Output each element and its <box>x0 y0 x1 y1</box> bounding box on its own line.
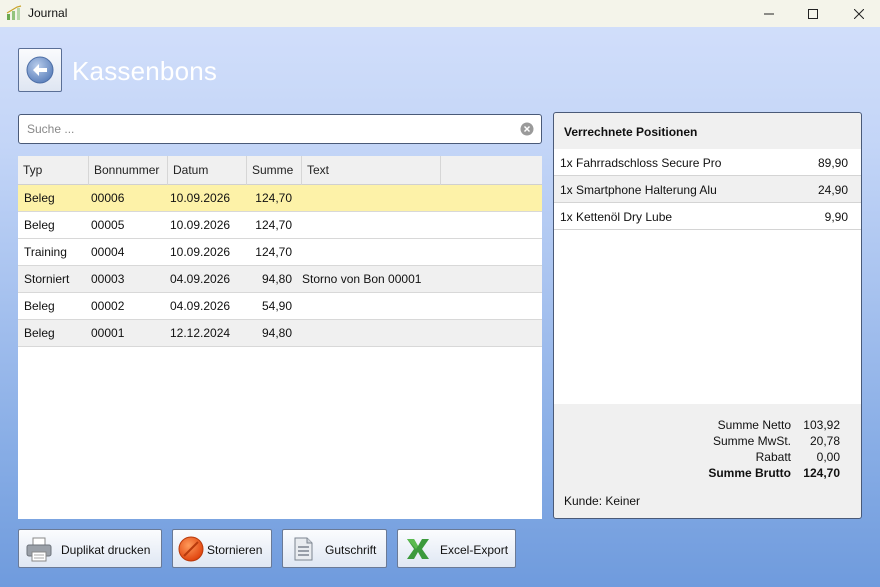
cell-bonnummer: 00003 <box>91 272 125 286</box>
table-row[interactable]: Beleg 00002 04.09.2026 54,90 <box>18 293 542 320</box>
search-input[interactable] <box>27 121 507 137</box>
cell-typ: Beleg <box>24 191 55 205</box>
duplicate-print-button[interactable]: Duplikat drucken <box>18 529 162 568</box>
duplicate-print-label: Duplikat drucken <box>61 543 151 557</box>
summe-netto-value: 103,92 <box>803 418 840 432</box>
column-header-bonnummer[interactable]: Bonnummer <box>89 156 168 185</box>
column-header-datum[interactable]: Datum <box>168 156 247 185</box>
position-label: 1x Smartphone Halterung Alu <box>560 183 717 197</box>
cell-datum: 04.09.2026 <box>170 299 231 313</box>
maximize-icon <box>808 8 818 19</box>
arrow-left-icon <box>26 56 54 84</box>
position-item[interactable]: 1x Smartphone Halterung Alu 24,90 <box>554 176 861 203</box>
position-price: 9,90 <box>824 210 848 224</box>
cell-datum: 12.12.2024 <box>170 326 231 340</box>
credit-note-label: Gutschrift <box>325 543 377 557</box>
title-bar: Journal <box>0 0 880 27</box>
cell-summe: 124,70 <box>255 245 292 259</box>
rabatt-value: 0,00 <box>816 450 840 464</box>
close-icon <box>854 8 864 19</box>
column-header-text[interactable]: Text <box>302 156 441 185</box>
positions-empty-area <box>554 230 861 404</box>
position-item[interactable]: 1x Fahrradschloss Secure Pro 89,90 <box>554 149 861 176</box>
column-header-typ[interactable]: Typ <box>18 156 89 185</box>
positions-panel: Verrechnete Positionen 1x Fahrradschloss… <box>553 112 862 519</box>
minimize-button[interactable] <box>746 0 792 27</box>
cell-typ: Storniert <box>24 272 70 286</box>
cell-typ: Beleg <box>24 218 55 232</box>
cell-text <box>296 239 302 265</box>
page-title: Kassenbons <box>72 56 218 86</box>
minimize-icon <box>764 13 774 14</box>
chart-icon <box>6 5 22 20</box>
excel-export-button[interactable]: Excel-Export <box>397 529 516 568</box>
position-label: 1x Kettenöl Dry Lube <box>560 210 673 224</box>
table-row[interactable]: Storniert 00003 04.09.2026 94,80 Storno … <box>18 266 542 293</box>
cell-text <box>296 185 302 211</box>
cell-bonnummer: 00001 <box>91 326 125 340</box>
summe-mwst-label: Summe MwSt. <box>712 434 791 448</box>
clear-search-icon[interactable] <box>520 122 534 136</box>
position-item[interactable]: 1x Kettenöl Dry Lube 9,90 <box>554 203 861 230</box>
maximize-button[interactable] <box>790 0 836 27</box>
cell-summe: 94,80 <box>261 326 292 340</box>
rabatt-label: Rabatt <box>755 450 791 464</box>
excel-export-label: Excel-Export <box>440 543 509 557</box>
customer-label: Kunde: Keiner <box>564 494 641 508</box>
printer-icon <box>26 537 52 562</box>
position-price: 89,90 <box>817 156 848 170</box>
table-row[interactable]: Beleg 00001 12.12.2024 94,80 <box>18 320 542 347</box>
window-title: Journal <box>28 6 68 20</box>
document-icon <box>294 537 313 561</box>
summe-mwst-value: 20,78 <box>809 434 840 448</box>
cell-text <box>296 212 302 238</box>
summe-brutto-label: Summe Brutto <box>708 466 791 480</box>
cell-summe: 54,90 <box>261 299 292 313</box>
grid-header: Typ Bonnummer Datum Summe Text <box>18 156 542 185</box>
table-row[interactable]: Beleg 00005 10.09.2026 124,70 <box>18 212 542 239</box>
positions-title: Verrechnete Positionen <box>564 125 698 139</box>
cell-text: Storno von Bon 00001 <box>302 272 422 286</box>
credit-note-button[interactable]: Gutschrift <box>282 529 387 568</box>
cell-bonnummer: 00005 <box>91 218 125 232</box>
table-row[interactable]: Training 00004 10.09.2026 124,70 <box>18 239 542 266</box>
summe-brutto-value: 124,70 <box>803 466 840 480</box>
back-button[interactable] <box>18 48 62 92</box>
close-button[interactable] <box>836 0 880 27</box>
cell-summe: 94,80 <box>261 272 292 286</box>
cell-summe: 124,70 <box>255 191 292 205</box>
cell-typ: Training <box>24 245 67 259</box>
position-label: 1x Fahrradschloss Secure Pro <box>560 156 722 170</box>
cell-summe: 124,70 <box>255 218 292 232</box>
cell-datum: 10.09.2026 <box>170 218 231 232</box>
cell-bonnummer: 00006 <box>91 191 125 205</box>
cancel-receipt-button[interactable]: Stornieren <box>172 529 272 568</box>
search-box[interactable] <box>18 114 542 144</box>
cancel-receipt-label: Stornieren <box>207 543 263 557</box>
cell-text <box>296 293 302 319</box>
cell-typ: Beleg <box>24 326 55 340</box>
cell-bonnummer: 00002 <box>91 299 125 313</box>
summe-netto-label: Summe Netto <box>717 418 791 432</box>
cell-datum: 04.09.2026 <box>170 272 231 286</box>
cell-datum: 10.09.2026 <box>170 191 231 205</box>
cell-bonnummer: 00004 <box>91 245 125 259</box>
column-header-summe[interactable]: Summe <box>247 156 302 185</box>
position-price: 24,90 <box>817 183 848 197</box>
cell-typ: Beleg <box>24 299 55 313</box>
cancel-icon <box>178 536 204 562</box>
cell-datum: 10.09.2026 <box>170 245 231 259</box>
cell-text <box>296 320 302 346</box>
receipts-grid: Typ Bonnummer Datum Summe Text Beleg 000… <box>18 156 542 519</box>
excel-icon <box>407 539 429 559</box>
table-row[interactable]: Beleg 00006 10.09.2026 124,70 <box>18 185 542 212</box>
